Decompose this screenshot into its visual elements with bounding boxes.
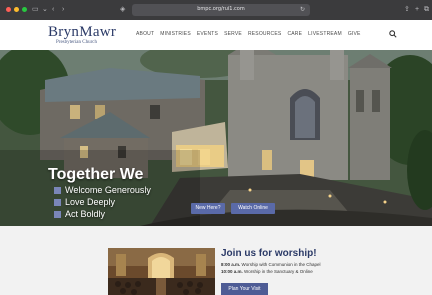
new-here-button[interactable]: New Here?	[191, 203, 225, 214]
worship-time-1: 8:00 a.m. Worship with Communion in the …	[221, 262, 321, 267]
nav-item-serve[interactable]: SERVE	[224, 31, 242, 37]
nav-item-events[interactable]: EVENTS	[197, 31, 218, 37]
site-header: BrynMawr Presbyterian Church ABOUT MINIS…	[0, 20, 432, 50]
worship-time-2-text: Worship in the Sanctuary & Online	[244, 269, 313, 274]
worship-photo	[108, 248, 215, 295]
main-nav: ABOUT MINISTRIES EVENTS SERVE RESOURCES …	[136, 31, 361, 37]
worship-title: Join us for worship!	[221, 248, 317, 259]
search-icon[interactable]	[389, 30, 397, 38]
value-label: Love Deeply	[65, 197, 116, 207]
nav-item-livestream[interactable]: LIVESTREAM	[308, 31, 342, 37]
forward-icon[interactable]: ›	[62, 5, 64, 14]
site-logo[interactable]: BrynMawr	[48, 24, 116, 41]
value-item-act: Act Boldly	[54, 208, 151, 220]
bullet-square-icon	[54, 186, 61, 194]
url-text: bmpc.org/rui1.com	[197, 6, 245, 12]
plan-your-visit-button[interactable]: Plan Your Visit	[221, 283, 268, 295]
worship-time-2-hour: 10:00 a.m.	[221, 269, 243, 274]
nav-item-give[interactable]: GIVE	[348, 31, 361, 37]
value-label: Act Boldly	[65, 209, 106, 219]
value-label: Welcome Generously	[65, 185, 151, 195]
window-controls	[6, 7, 27, 12]
hero-values-list: Welcome Generously Love Deeply Act Boldl…	[54, 184, 151, 220]
tabs-icon[interactable]: ⧉	[424, 5, 429, 14]
minimize-window-button[interactable]	[14, 7, 19, 12]
worship-time-2: 10:00 a.m. Worship in the Sanctuary & On…	[221, 269, 313, 274]
worship-section	[0, 226, 432, 295]
site-logo-subtitle: Presbyterian Church	[56, 40, 97, 45]
worship-time-1-hour: 8:00 a.m.	[221, 262, 241, 267]
address-bar[interactable]: bmpc.org/rui1.com ↻	[132, 4, 310, 16]
maximize-window-button[interactable]	[22, 7, 27, 12]
nav-item-ministries[interactable]: MINISTRIES	[160, 31, 191, 37]
value-item-welcome: Welcome Generously	[54, 184, 151, 196]
value-item-love: Love Deeply	[54, 196, 151, 208]
nav-item-care[interactable]: CARE	[287, 31, 302, 37]
share-icon[interactable]: ⇪	[404, 5, 410, 14]
bullet-square-icon	[54, 198, 61, 206]
hero-title-overlay: Together We	[48, 166, 144, 183]
back-icon[interactable]: ‹	[52, 5, 54, 14]
watch-online-button[interactable]: Watch Online	[231, 203, 275, 214]
sanctuary-image	[108, 248, 215, 295]
bullet-square-icon	[54, 210, 61, 218]
sidebar-icon[interactable]: ▭	[32, 5, 39, 14]
new-tab-icon[interactable]: +	[415, 5, 419, 14]
nav-item-resources[interactable]: RESOURCES	[248, 31, 281, 37]
chevron-down-icon[interactable]: ⌄	[42, 5, 48, 14]
reload-icon[interactable]: ↻	[300, 6, 305, 13]
nav-item-about[interactable]: ABOUT	[136, 31, 154, 37]
browser-toolbar: ▭ ⌄ ‹ › ◈ bmpc.org/rui1.com ↻ ⇪ + ⧉	[0, 0, 432, 20]
worship-time-1-text: Worship with Communion in the Chapel	[241, 262, 321, 267]
close-window-button[interactable]	[6, 7, 11, 12]
shield-icon[interactable]: ◈	[120, 5, 125, 13]
